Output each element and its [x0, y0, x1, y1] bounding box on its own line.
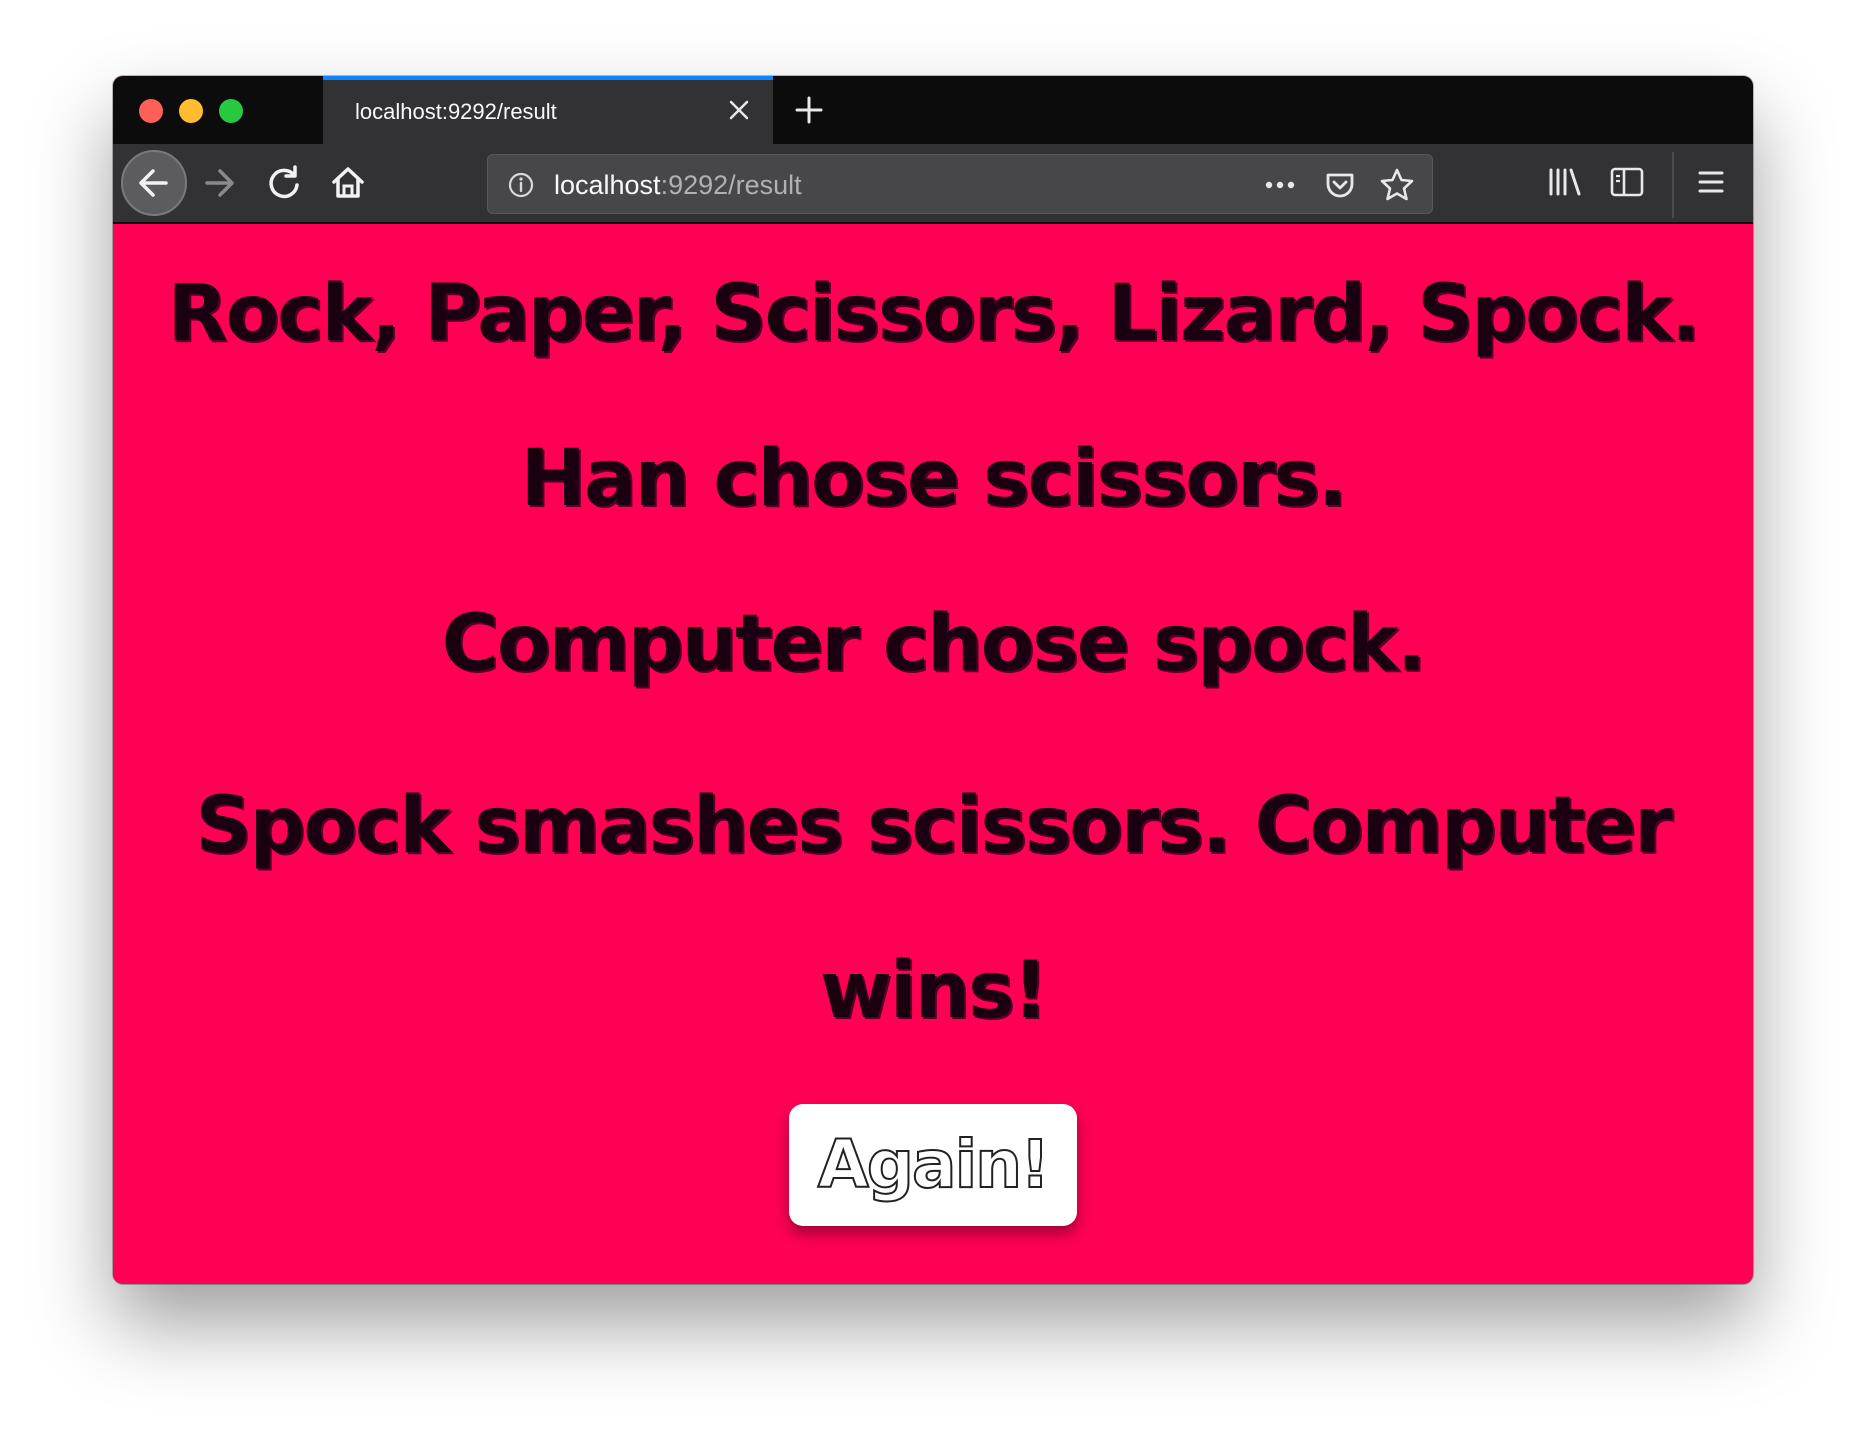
url-bar[interactable]: localhost:9292/result [487, 154, 1433, 214]
maximize-window-button[interactable] [219, 99, 243, 123]
close-icon[interactable] [723, 94, 755, 126]
tab-title: localhost:9292/result [355, 99, 557, 124]
back-button[interactable] [121, 150, 187, 216]
info-icon[interactable] [506, 170, 536, 200]
url-host: localhost [554, 170, 661, 200]
close-window-button[interactable] [139, 99, 163, 123]
toolbar-divider [1672, 152, 1674, 218]
browser-window: localhost:9292/result localhost:9292/res… [113, 76, 1753, 1284]
again-button[interactable]: Again! [789, 1104, 1077, 1226]
tab-strip: localhost:9292/result [113, 76, 1753, 144]
minimize-window-button[interactable] [179, 99, 203, 123]
tab-result[interactable]: localhost:9292/result [323, 76, 773, 144]
arrow-right-icon[interactable] [195, 158, 245, 208]
player-choice: Han chose scissors. [520, 434, 1348, 524]
star-icon[interactable] [1378, 166, 1416, 204]
hamburger-menu-icon[interactable] [1691, 162, 1731, 202]
reload-icon[interactable] [259, 158, 309, 208]
page-title: Rock, Paper, Scissors, Lizard, Spock. [167, 269, 1701, 359]
page-content: Rock, Paper, Scissors, Lizard, Spock. Ha… [113, 224, 1753, 1284]
home-icon[interactable] [323, 158, 373, 208]
url-text[interactable]: localhost:9292/result [554, 169, 802, 201]
arrow-left-icon [139, 169, 168, 197]
sidebar-icon[interactable] [1607, 162, 1647, 202]
pocket-icon[interactable] [1322, 167, 1358, 203]
library-icon[interactable] [1543, 162, 1587, 202]
navigation-toolbar: localhost:9292/result [113, 144, 1753, 224]
plus-icon[interactable] [789, 90, 829, 130]
url-path: :9292/result [660, 170, 802, 200]
more-icon[interactable] [1260, 171, 1300, 199]
game-result: Spock smashes scissors. Computer wins! [195, 781, 1672, 1036]
computer-choice: Computer chose spock. [441, 599, 1427, 689]
